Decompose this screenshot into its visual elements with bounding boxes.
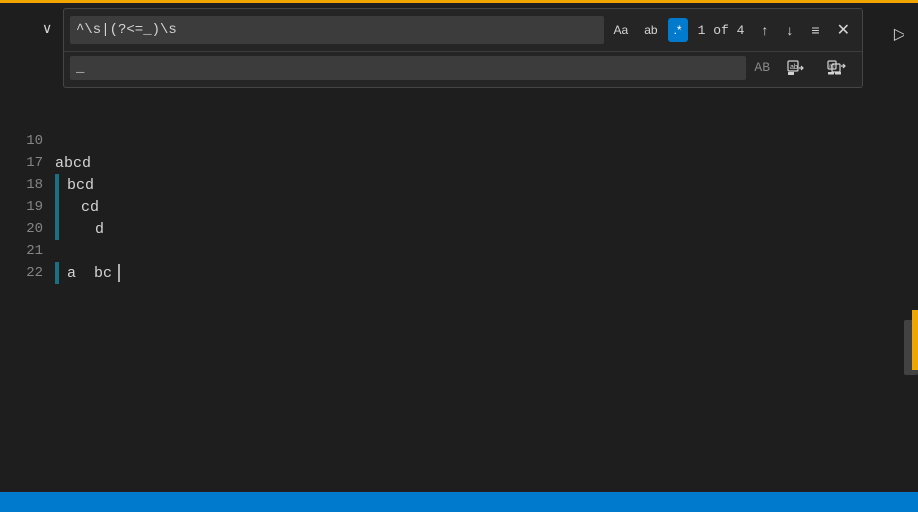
match-whole-word-button[interactable]: ab [638,18,663,42]
line-content: d [95,221,104,238]
find-next-button[interactable]: ↓ [779,18,800,42]
table-row: 22 a bc [0,262,918,284]
line-content: cd [81,199,99,216]
scrollbar-track[interactable] [904,0,918,512]
replace-one-button[interactable]: ab [778,57,814,79]
minimap-accent [912,310,918,370]
line-number: 22 [0,265,55,281]
table-row: 10 [0,130,918,152]
editor-lines: 10 17 abcd 18 bcd 19 cd 20 d [0,130,918,284]
svg-text:ab: ab [790,64,798,71]
line-content: a bc [67,265,112,282]
find-row: Aa ab .* 1 of 4 ↑ ↓ ≡ ✕ [64,9,862,51]
selection-bar [55,196,59,218]
line-content: abcd [55,155,91,172]
top-accent-bar [0,0,918,3]
line-number: 19 [0,199,55,215]
table-row: 20 d [0,218,918,240]
table-row: 17 abcd [0,152,918,174]
find-menu-button[interactable]: ≡ [804,18,826,42]
search-input[interactable] [70,16,604,44]
selection-bar [55,174,59,196]
find-prev-button[interactable]: ↑ [754,18,775,42]
line-number: 17 [0,155,55,171]
line-number: 10 [0,133,55,149]
line-content: bcd [67,177,94,194]
find-widget: Aa ab .* 1 of 4 ↑ ↓ ≡ ✕ AB ab ab [63,8,863,88]
match-case-button[interactable]: Aa [608,18,635,42]
line-number: 18 [0,177,55,193]
svg-text:ab: ab [829,63,835,69]
table-row: 21 [0,240,918,262]
replace-input[interactable] [70,56,746,80]
selection-bar [55,218,59,240]
table-row: 18 bcd [0,174,918,196]
replace-all-button[interactable]: ab [818,57,856,79]
replace-one-icon: ab [787,60,805,76]
text-cursor [118,264,120,282]
replace-ab-label: AB [750,60,774,75]
status-bar [0,492,918,512]
table-row: 19 cd [0,196,918,218]
selection-bar [55,262,59,284]
line-number: 21 [0,243,55,259]
find-close-button[interactable]: ✕ [831,18,856,42]
line-number: 20 [0,221,55,237]
replace-all-icon: ab [827,60,847,76]
match-count: 1 of 4 [692,23,751,38]
use-regex-button[interactable]: .* [668,18,688,42]
replace-row: AB ab ab [64,51,862,87]
